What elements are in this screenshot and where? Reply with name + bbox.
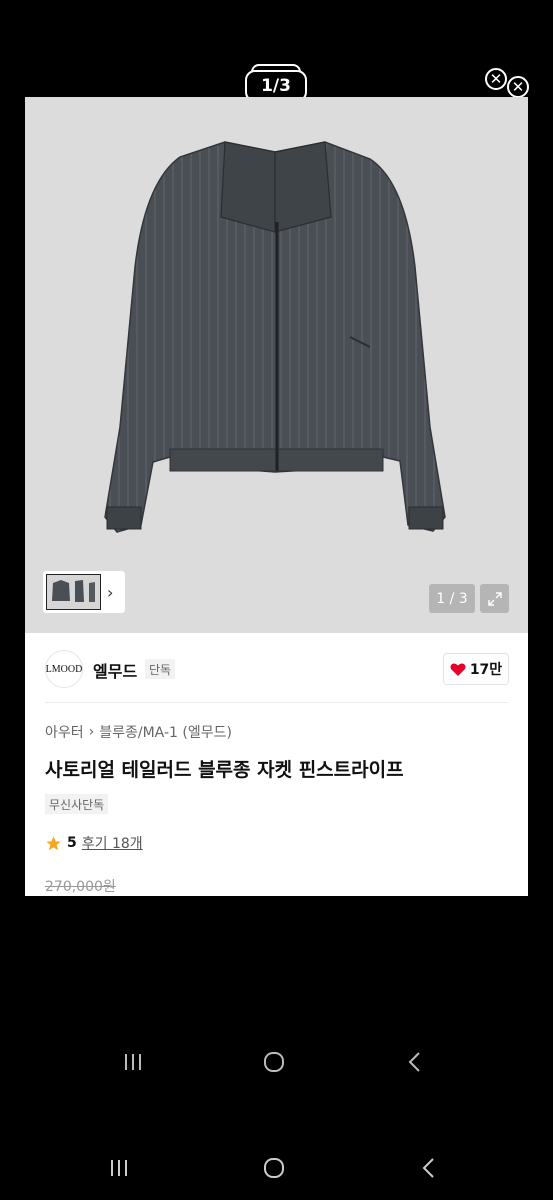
breadcrumb-item[interactable]: 아우터 (45, 722, 84, 742)
like-count: 17만 (469, 662, 503, 678)
heart-icon (450, 662, 466, 676)
product-card: › 1 / 3 LMOOD 엘무드 단독 17만 아우터 › 블루종/MA-1 … (25, 97, 528, 896)
brand-name[interactable]: 엘무드 (93, 658, 137, 682)
original-price: 270,000원 (45, 879, 116, 895)
back-icon (408, 1052, 420, 1072)
thumbnail-image[interactable] (46, 574, 101, 610)
system-nav-bar (0, 1034, 553, 1090)
home-button[interactable] (244, 1034, 304, 1090)
like-button[interactable]: 17만 (443, 653, 509, 685)
close-button[interactable]: ✕ (507, 76, 529, 98)
review-link[interactable]: 후기 18개 (82, 833, 143, 853)
brand-row: LMOOD 엘무드 단독 17만 (25, 650, 528, 690)
system-nav-bar (0, 1140, 553, 1196)
musinsa-exclusive-tag: 무신사단독 (45, 794, 109, 814)
star-icon (46, 835, 61, 850)
image-counter-text: 1/3 (261, 76, 291, 96)
divider (45, 702, 508, 703)
recents-icon (125, 1054, 141, 1070)
image-counter-badge: 1 / 3 (429, 584, 475, 613)
recents-button[interactable] (89, 1140, 149, 1196)
back-icon (422, 1158, 434, 1178)
thumbnail-strip[interactable]: › (43, 571, 125, 613)
chevron-right-icon: › (88, 724, 95, 740)
product-image[interactable]: › 1 / 3 (25, 97, 528, 633)
rating-row: 5 후기 18개 (45, 833, 143, 853)
close-icon: ✕ (511, 77, 525, 96)
product-title: 사토리얼 테일러드 블루종 자켓 핀스트라이프 (45, 759, 404, 781)
close-icon-back[interactable]: ✕ (485, 68, 507, 90)
rating-score: 5 (67, 835, 77, 851)
exclusive-badge: 단독 (145, 659, 176, 679)
recents-icon (111, 1160, 127, 1176)
chevron-right-icon[interactable]: › (107, 583, 113, 602)
home-icon (264, 1052, 284, 1072)
home-icon (264, 1158, 284, 1178)
image-counter-label: 1 / 3 (436, 590, 468, 607)
breadcrumb-item[interactable]: 블루종/MA-1 (엘무드) (99, 722, 232, 742)
back-button[interactable] (399, 1140, 459, 1196)
brand-logo[interactable]: LMOOD (45, 650, 83, 688)
back-button[interactable] (385, 1034, 445, 1090)
recents-button[interactable] (103, 1034, 163, 1090)
expand-button[interactable] (480, 584, 509, 613)
breadcrumb: 아우터 › 블루종/MA-1 (엘무드) (45, 722, 232, 742)
home-button[interactable] (244, 1140, 304, 1196)
jacket-image (104, 141, 446, 533)
expand-icon (487, 591, 502, 606)
